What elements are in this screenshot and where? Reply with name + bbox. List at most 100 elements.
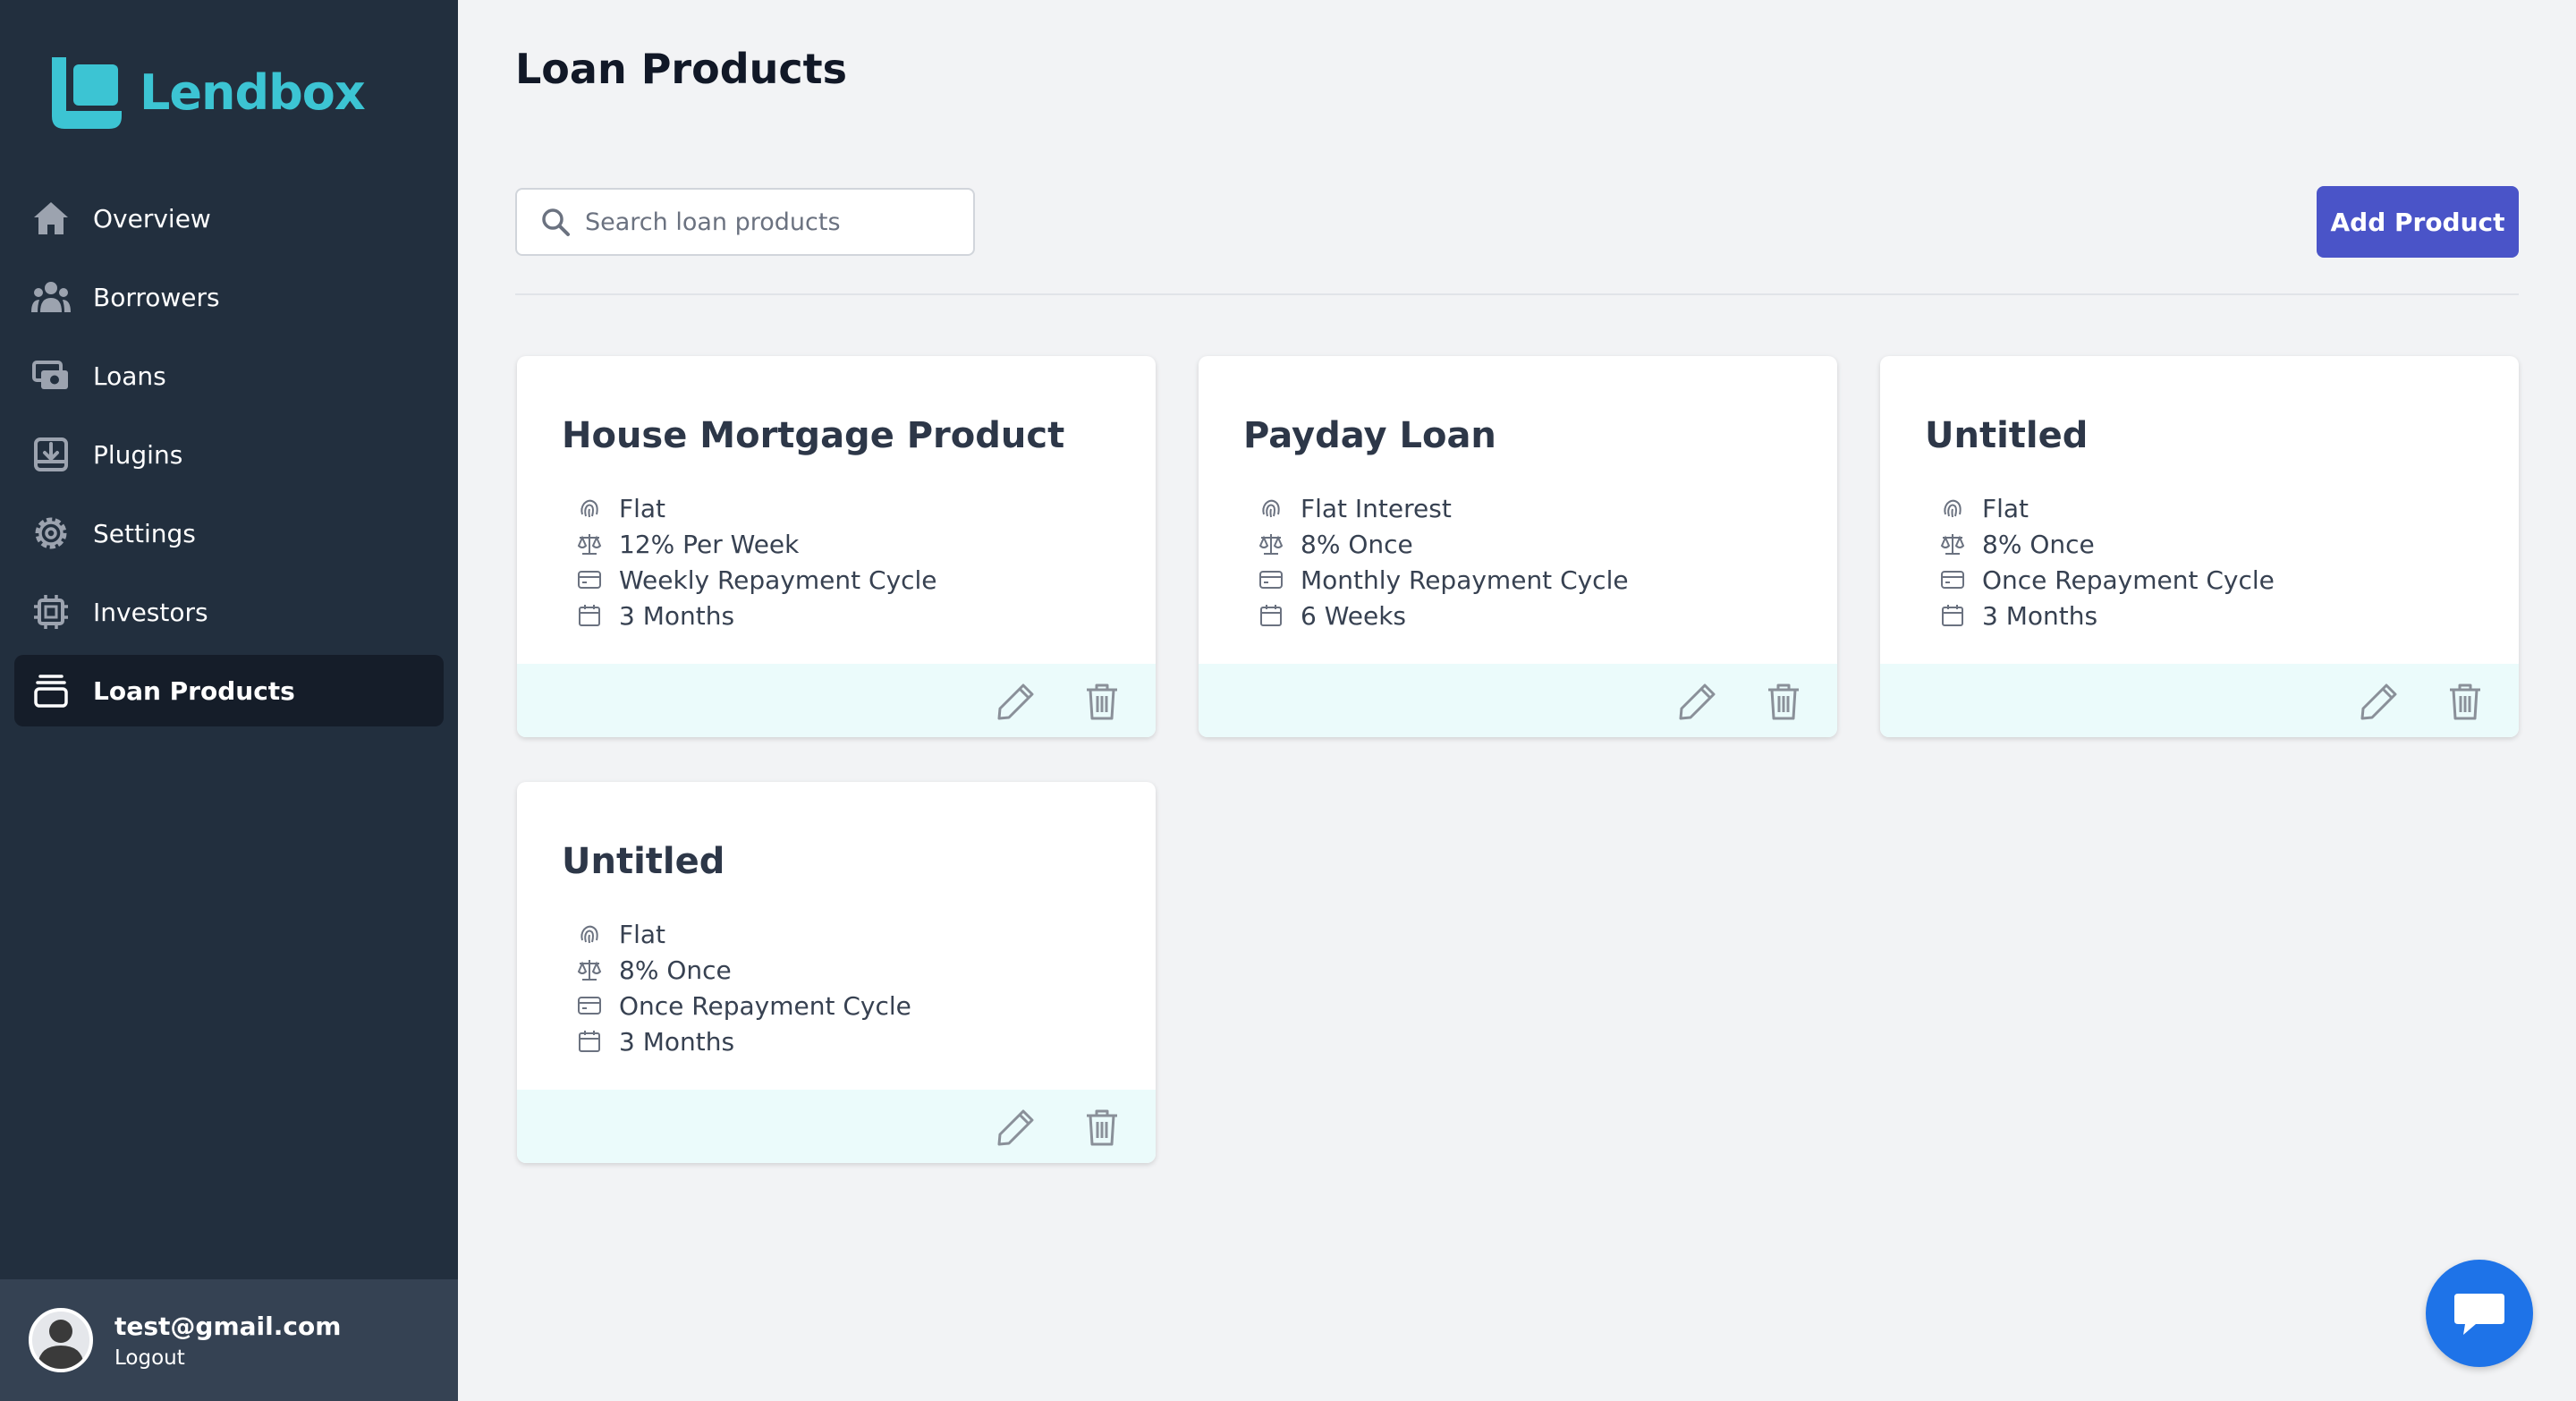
sidebar-item-loans[interactable]: Loans (14, 340, 444, 412)
scale-icon (1939, 531, 1966, 557)
repayment-cycle: Once Repayment Cycle (619, 990, 911, 1021)
repayment-cycle: Once Repayment Cycle (1982, 565, 2275, 595)
trash-icon (1768, 684, 1799, 720)
loan-duration: 3 Months (619, 600, 735, 631)
users-icon (30, 276, 72, 318)
interest-rate: 8% Once (1301, 529, 1413, 559)
card-actions (1880, 664, 2519, 737)
product-card: Untitled Flat 8% Once Once Repayment Cyc… (517, 782, 1156, 1163)
product-details: Flat 8% Once Once Repayment Cycle 3 Mont… (1939, 490, 2275, 633)
chat-button[interactable] (2426, 1260, 2533, 1367)
interest-rate: 12% Per Week (619, 529, 800, 559)
scale-icon (576, 531, 603, 557)
pencil-icon (1679, 684, 1716, 720)
trash-icon (1087, 684, 1117, 720)
card-actions (1199, 664, 1837, 737)
delete-button[interactable] (1080, 1106, 1123, 1149)
loan-duration: 3 Months (1982, 600, 2098, 631)
sidebar-item-label: Plugins (93, 439, 183, 470)
interest-type: Flat (619, 493, 666, 523)
interest-type: Flat (619, 919, 666, 949)
interest-rate: 8% Once (619, 955, 732, 985)
fingerprint-icon (576, 495, 603, 522)
add-product-button[interactable]: Add Product (2317, 186, 2519, 258)
home-icon (30, 198, 72, 239)
fingerprint-icon (1939, 495, 1966, 522)
calendar-icon (576, 602, 603, 629)
product-name: House Mortgage Product (562, 415, 1065, 456)
search-box[interactable] (515, 188, 975, 256)
search-input[interactable] (585, 208, 961, 236)
avatar[interactable] (29, 1308, 93, 1372)
sidebar-item-label: Settings (93, 518, 196, 548)
credit-card-icon (1258, 566, 1284, 593)
sidebar-item-loan-products[interactable]: Loan Products (14, 655, 444, 726)
divider (515, 293, 2519, 295)
user-silhouette-icon (38, 1320, 84, 1369)
sidebar-item-investors[interactable]: Investors (14, 576, 444, 648)
product-name: Payday Loan (1243, 415, 1496, 456)
edit-button[interactable] (995, 680, 1038, 723)
trash-icon (2450, 684, 2480, 720)
loan-duration: 6 Weeks (1301, 600, 1407, 631)
sidebar-item-label: Overview (93, 203, 211, 234)
sidebar: Lendbox Overview Borrowers Loans Plugins (0, 0, 458, 1401)
product-card: House Mortgage Product Flat 12% Per Week… (517, 356, 1156, 737)
sidebar-item-settings[interactable]: Settings (14, 497, 444, 569)
pencil-icon (997, 1109, 1034, 1146)
download-tray-icon (30, 434, 72, 475)
sidebar-item-plugins[interactable]: Plugins (14, 419, 444, 490)
product-name: Untitled (1925, 415, 2089, 456)
credit-card-icon (1939, 566, 1966, 593)
sidebar-item-label: Loan Products (93, 675, 295, 706)
trash-icon (1087, 1109, 1117, 1146)
brand-logo[interactable]: Lendbox (48, 54, 366, 131)
edit-button[interactable] (1676, 680, 1719, 723)
calendar-icon (1258, 602, 1284, 629)
product-details: Flat 12% Per Week Weekly Repayment Cycle… (576, 490, 937, 633)
credit-card-icon (576, 566, 603, 593)
pencil-icon (2360, 684, 2397, 720)
user-email: test@gmail.com (114, 1311, 342, 1341)
edit-button[interactable] (995, 1106, 1038, 1149)
pencil-icon (997, 684, 1034, 720)
product-details: Flat Interest 8% Once Monthly Repayment … (1258, 490, 1629, 633)
fingerprint-icon (576, 921, 603, 947)
product-card: Payday Loan Flat Interest 8% Once Monthl… (1199, 356, 1837, 737)
product-details: Flat 8% Once Once Repayment Cycle 3 Mont… (576, 916, 911, 1059)
sidebar-item-label: Investors (93, 597, 208, 627)
interest-type: Flat (1982, 493, 2029, 523)
credit-card-icon (576, 992, 603, 1019)
delete-button[interactable] (1080, 680, 1123, 723)
sidebar-item-overview[interactable]: Overview (14, 183, 444, 254)
sidebar-item-label: Borrowers (93, 282, 220, 312)
product-card: Untitled Flat 8% Once Once Repayment Cyc… (1880, 356, 2519, 737)
cash-icon (30, 355, 72, 396)
calendar-icon (576, 1028, 603, 1055)
logout-link[interactable]: Logout (114, 1346, 341, 1370)
card-actions (517, 664, 1156, 737)
scale-icon (1258, 531, 1284, 557)
repayment-cycle: Monthly Repayment Cycle (1301, 565, 1629, 595)
fingerprint-icon (1258, 495, 1284, 522)
delete-button[interactable] (2444, 680, 2487, 723)
lendbox-logo-icon (52, 57, 122, 129)
gear-icon (30, 513, 72, 554)
repayment-cycle: Weekly Repayment Cycle (619, 565, 937, 595)
card-actions (517, 1090, 1156, 1163)
page-title: Loan Products (515, 45, 848, 93)
interest-rate: 8% Once (1982, 529, 2095, 559)
sidebar-item-label: Loans (93, 361, 166, 391)
chip-icon (30, 591, 72, 633)
sidebar-nav: Overview Borrowers Loans Plugins Setting… (14, 183, 444, 734)
calendar-icon (1939, 602, 1966, 629)
loan-duration: 3 Months (619, 1026, 735, 1057)
delete-button[interactable] (1762, 680, 1805, 723)
interest-type: Flat Interest (1301, 493, 1452, 523)
edit-button[interactable] (2358, 680, 2401, 723)
brand-name: Lendbox (140, 64, 366, 121)
sidebar-item-borrowers[interactable]: Borrowers (14, 261, 444, 333)
chat-bubble-icon (2454, 1294, 2504, 1335)
archive-icon (30, 670, 72, 711)
user-profile: test@gmail.com Logout (0, 1279, 458, 1401)
